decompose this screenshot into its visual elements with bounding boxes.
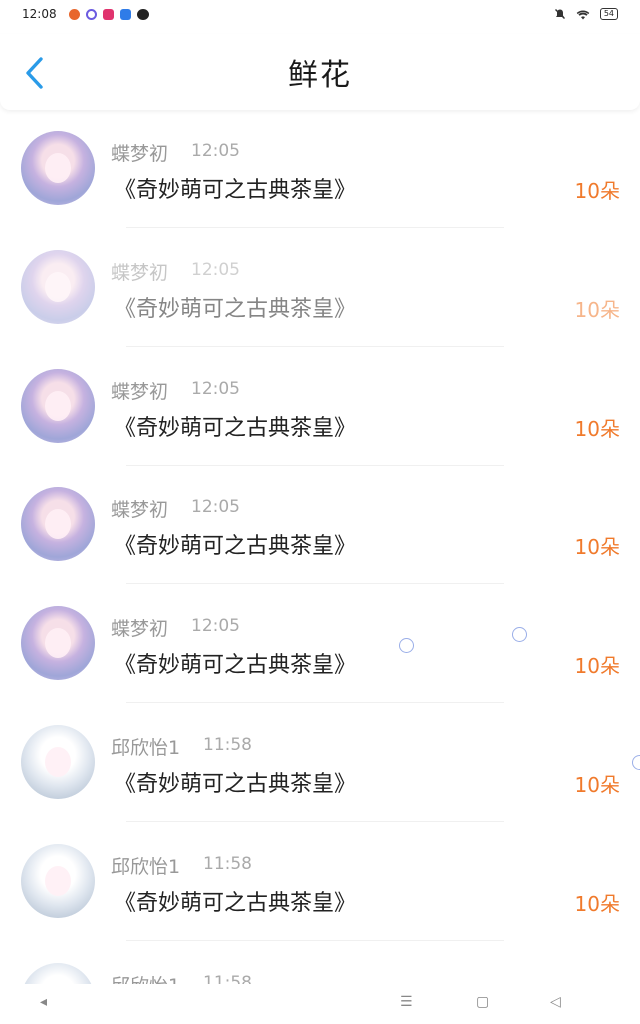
header: 鲜花 — [0, 34, 640, 110]
app-notification-icon — [68, 8, 80, 20]
app-notification-icon — [102, 8, 114, 20]
nav-back-icon[interactable]: ◁ — [550, 994, 561, 1010]
divider — [126, 939, 504, 941]
sent-time: 11:58 — [203, 853, 252, 874]
divider — [126, 583, 504, 585]
list-item[interactable]: 蝶梦初 12:05 《奇妙萌可之古典茶皇》 10朵 — [0, 112, 640, 231]
flower-count: 10朵 — [574, 772, 620, 797]
status-time: 12:08 — [22, 7, 57, 21]
sent-time: 11:58 — [203, 734, 252, 755]
divider — [126, 820, 504, 822]
status-right: 54 — [554, 8, 618, 20]
app-notification-icon — [85, 8, 97, 20]
avatar[interactable] — [21, 843, 95, 918]
sender-name: 蝶梦初 — [111, 380, 169, 403]
avatar[interactable] — [21, 131, 95, 205]
sent-time: 12:05 — [191, 497, 240, 518]
battery-icon: 54 — [599, 8, 618, 20]
system-nav-bar: ◂ ☰ ▢ ◁ — [0, 984, 640, 1024]
list-item[interactable]: 蝶梦初 12:05 《奇妙萌可之古典茶皇》 10朵 — [0, 468, 640, 587]
flower-count: 10朵 — [574, 179, 620, 203]
list-item[interactable]: 蝶梦初 12:05 《奇妙萌可之古典茶皇》 10朵 — [0, 587, 640, 706]
list-item[interactable]: 蝶梦初 12:05 《奇妙萌可之古典茶皇》 10朵 — [0, 231, 640, 350]
touch-indicator — [399, 638, 414, 653]
divider — [126, 345, 504, 347]
wifi-icon — [576, 10, 590, 19]
touch-indicator — [632, 755, 640, 770]
avatar[interactable] — [21, 368, 95, 443]
sent-time: 12:05 — [191, 616, 240, 637]
gift-name: 《奇妙萌可之古典茶皇》 — [114, 296, 357, 322]
flower-count: 10朵 — [574, 416, 620, 441]
gift-name: 《奇妙萌可之古典茶皇》 — [114, 534, 357, 560]
touch-indicator — [512, 627, 527, 642]
flower-count: 10朵 — [574, 891, 620, 916]
avatar[interactable] — [21, 724, 95, 799]
sender-name: 邱欣怡1 — [111, 855, 181, 878]
gift-name: 《奇妙萌可之古典茶皇》 — [114, 771, 357, 797]
avatar[interactable] — [21, 249, 95, 324]
list-item[interactable]: 邱欣怡1 11:58 《奇妙萌可之古典茶皇》 10朵 — [0, 706, 640, 825]
gift-name: 《奇妙萌可之古典茶皇》 — [114, 890, 357, 916]
wechat-notification-icon — [136, 8, 149, 20]
sender-name: 蝶梦初 — [111, 618, 169, 641]
status-bar: 12:08 54 — [0, 0, 640, 28]
flower-list: 蝶梦初 12:05 《奇妙萌可之古典茶皇》 10朵 蝶梦初 12:05 《奇妙萌… — [0, 112, 640, 1024]
page-title: 鲜花 — [288, 58, 352, 93]
sent-time: 12:05 — [191, 141, 240, 161]
screen: 12:08 54 鲜花 蝶梦初 12:05 《奇妙萌可之古典茶皇》 10朵 蝶梦… — [0, 0, 640, 1024]
download-notification-icon — [119, 8, 131, 20]
notification-icons — [68, 8, 149, 20]
flower-count: 10朵 — [574, 535, 620, 560]
flower-count: 10朵 — [574, 297, 620, 322]
sender-name: 邱欣怡1 — [111, 736, 181, 759]
nav-menu-icon[interactable]: ☰ — [400, 994, 413, 1010]
list-item[interactable]: 蝶梦初 12:05 《奇妙萌可之古典茶皇》 10朵 — [0, 350, 640, 469]
sender-name: 蝶梦初 — [111, 143, 169, 165]
sender-name: 蝶梦初 — [111, 261, 169, 284]
gift-name: 《奇妙萌可之古典茶皇》 — [114, 178, 357, 203]
gift-name: 《奇妙萌可之古典茶皇》 — [114, 415, 357, 441]
divider — [126, 702, 504, 704]
avatar[interactable] — [21, 606, 95, 681]
avatar[interactable] — [21, 487, 95, 562]
divider — [126, 227, 504, 228]
mute-icon — [554, 9, 565, 19]
nav-home-icon[interactable]: ▢ — [476, 994, 489, 1010]
gift-name: 《奇妙萌可之古典茶皇》 — [114, 653, 357, 679]
list-item[interactable]: 邱欣怡1 11:58 《奇妙萌可之古典茶皇》 10朵 — [0, 825, 640, 944]
nav-left-icon[interactable]: ◂ — [40, 994, 47, 1010]
flower-count: 10朵 — [574, 654, 620, 679]
divider — [126, 464, 504, 466]
sender-name: 蝶梦初 — [111, 499, 169, 522]
sent-time: 12:05 — [191, 259, 240, 280]
sent-time: 12:05 — [191, 378, 240, 399]
back-arrow-icon[interactable] — [22, 56, 48, 90]
